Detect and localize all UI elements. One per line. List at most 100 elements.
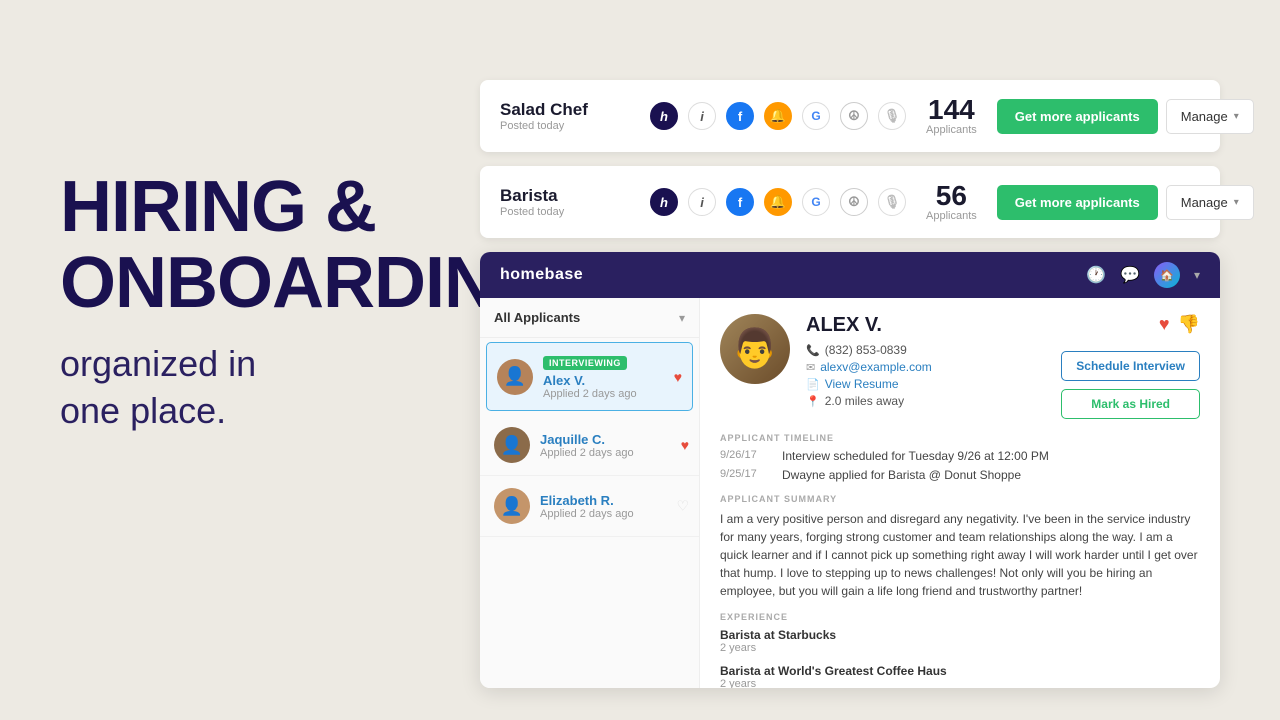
distance-contact: 📍 2.0 miles away <box>806 394 932 408</box>
applicant-name: Jaquille C. <box>540 432 685 447</box>
app-body: All Applicants ▾ 👤 INTERVIEWING Alex V. … <box>480 298 1220 688</box>
list-title: All Applicants <box>494 310 580 325</box>
job-card-info: Barista Posted today <box>500 186 620 218</box>
job-card-barista: Barista Posted today h i f 🔔 G ☮ 🎙 56 Ap… <box>480 166 1220 238</box>
hero-title-line2: ONBOARDING <box>60 243 550 323</box>
snagajob-icon: 🔔 <box>764 102 792 130</box>
email-link[interactable]: alexv@example.com <box>820 360 932 374</box>
applicants-list: All Applicants ▾ 👤 INTERVIEWING Alex V. … <box>480 298 700 688</box>
mic-icon: 🎙 <box>878 102 906 130</box>
avatar: 👤 <box>494 427 530 463</box>
job-posted: Posted today <box>500 120 620 132</box>
applicant-applied: Applied 2 days ago <box>540 508 685 520</box>
distance-text: 2.0 miles away <box>825 394 904 408</box>
app-logo: homebase <box>500 266 583 284</box>
avatar[interactable]: 🏠 <box>1154 262 1180 288</box>
timeline-item-1: 9/26/17 Interview scheduled for Tuesday … <box>720 449 1200 463</box>
job-icons: h i f 🔔 G ☮ 🎙 <box>650 102 906 130</box>
applicant-item-elizabeth[interactable]: 👤 Elizabeth R. Applied 2 days ago ♡ <box>480 476 699 537</box>
manage-label: Manage <box>1181 195 1228 210</box>
chevron-down-icon: ▾ <box>1234 197 1239 208</box>
hero-title-line1: HIRING & <box>60 167 376 247</box>
dislike-button[interactable]: 👎 <box>1178 314 1200 335</box>
timeline-text: Dwayne applied for Barista @ Donut Shopp… <box>782 468 1021 482</box>
applicant-item-jaquille[interactable]: 👤 Jaquille C. Applied 2 days ago ♥ <box>480 415 699 476</box>
job-icons: h i f 🔔 G ☮ 🎙 <box>650 188 906 216</box>
like-button[interactable]: ♥ <box>1159 314 1170 335</box>
email-contact: ✉ alexv@example.com <box>806 360 932 374</box>
mark-as-hired-button[interactable]: Mark as Hired <box>1061 389 1200 419</box>
applicant-full-name: ALEX V. <box>806 314 932 337</box>
timeline-date: 9/26/17 <box>720 449 770 463</box>
heart-icon: ♥ <box>674 369 682 385</box>
clock-icon[interactable]: 🕐 <box>1086 265 1106 285</box>
manage-button[interactable]: Manage ▾ <box>1166 185 1254 220</box>
hero-section: HIRING & ONBOARDING organized inone plac… <box>60 170 550 435</box>
timeline-text: Interview scheduled for Tuesday 9/26 at … <box>782 449 1049 463</box>
applicant-photo: 👨 <box>720 314 790 384</box>
heart-icon: ♡ <box>676 498 689 515</box>
applicant-detail: 👨 ALEX V. 📞 (832) 853-0839 ✉ alexv@examp… <box>700 298 1220 688</box>
snagajob-icon: 🔔 <box>764 188 792 216</box>
applicant-summary: I am a very positive person and disregar… <box>720 510 1200 600</box>
phone-number: (832) 853-0839 <box>825 343 907 357</box>
peace-icon: ☮ <box>840 188 868 216</box>
applicant-info: INTERVIEWING Alex V. Applied 2 days ago <box>543 353 682 400</box>
right-panel: Salad Chef Posted today h i f 🔔 G ☮ 🎙 14… <box>480 80 1220 688</box>
applicant-count: 144 Applicants <box>926 96 977 136</box>
avatar: 👤 <box>497 359 533 395</box>
applicant-info: Elizabeth R. Applied 2 days ago <box>540 493 685 520</box>
job-title: Barista <box>500 186 620 206</box>
job-card-info: Salad Chef Posted today <box>500 100 620 132</box>
list-header: All Applicants ▾ <box>480 298 699 338</box>
get-more-applicants-button[interactable]: Get more applicants <box>997 99 1158 134</box>
facebook-icon: f <box>726 188 754 216</box>
heart-icon: ♥ <box>681 437 689 453</box>
applicant-applied: Applied 2 days ago <box>543 388 682 400</box>
exp-title: Barista at World's Greatest Coffee Haus <box>720 664 1200 678</box>
resume-link[interactable]: View Resume <box>825 377 899 391</box>
job-posted: Posted today <box>500 206 620 218</box>
applicant-number: 56 <box>926 182 977 210</box>
job-card-salad-chef: Salad Chef Posted today h i f 🔔 G ☮ 🎙 14… <box>480 80 1220 152</box>
app-header: homebase 🕐 💬 🏠 ▾ <box>480 252 1220 298</box>
google-icon: G <box>802 188 830 216</box>
applicant-count: 56 Applicants <box>926 182 977 222</box>
homebase-icon: h <box>650 102 678 130</box>
resume-icon: 📄 <box>806 378 820 391</box>
get-more-applicants-button[interactable]: Get more applicants <box>997 185 1158 220</box>
resume-contact: 📄 View Resume <box>806 377 932 391</box>
chevron-down-icon: ▾ <box>1234 111 1239 122</box>
manage-button[interactable]: Manage ▾ <box>1166 99 1254 134</box>
phone-contact: 📞 (832) 853-0839 <box>806 343 932 357</box>
job-title: Salad Chef <box>500 100 620 120</box>
summary-section-label: APPLICANT SUMMARY <box>720 494 1200 504</box>
applicant-label: Applicants <box>926 124 977 136</box>
homebase-icon: h <box>650 188 678 216</box>
timeline-item-2: 9/25/17 Dwayne applied for Barista @ Don… <box>720 468 1200 482</box>
app-panel: homebase 🕐 💬 🏠 ▾ All Applicants ▾ <box>480 252 1220 688</box>
applicant-item-alex[interactable]: 👤 INTERVIEWING Alex V. Applied 2 days ag… <box>486 342 693 411</box>
interviewing-badge: INTERVIEWING <box>543 356 627 370</box>
chevron-down-icon[interactable]: ▾ <box>1194 268 1200 282</box>
google-icon: G <box>802 102 830 130</box>
exp-title: Barista at Starbucks <box>720 628 1200 642</box>
mic-icon: 🎙 <box>878 188 906 216</box>
detail-header: 👨 ALEX V. 📞 (832) 853-0839 ✉ alexv@examp… <box>720 314 1200 419</box>
schedule-interview-button[interactable]: Schedule Interview <box>1061 351 1200 381</box>
avatar: 👤 <box>494 488 530 524</box>
chat-icon[interactable]: 💬 <box>1120 265 1140 285</box>
applicant-label: Applicants <box>926 210 977 222</box>
applicant-name: Elizabeth R. <box>540 493 685 508</box>
manage-label: Manage <box>1181 109 1228 124</box>
action-icons: ♥ 👎 <box>1061 314 1200 335</box>
list-toggle[interactable]: ▾ <box>679 311 685 325</box>
location-icon: 📍 <box>806 395 820 408</box>
applicant-applied: Applied 2 days ago <box>540 447 685 459</box>
hero-subtitle: organized inone place. <box>60 341 550 435</box>
indeed-icon: i <box>688 188 716 216</box>
detail-info: ALEX V. 📞 (832) 853-0839 ✉ alexv@example… <box>806 314 932 411</box>
experience-section-label: EXPERIENCE <box>720 612 1200 622</box>
applicant-number: 144 <box>926 96 977 124</box>
facebook-icon: f <box>726 102 754 130</box>
